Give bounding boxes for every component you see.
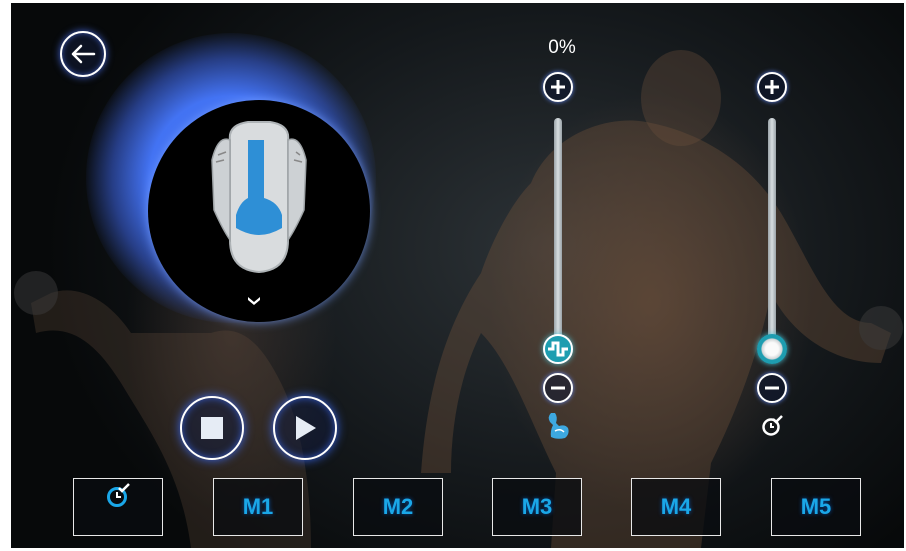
mode-m4-button[interactable]: M4 [631, 478, 721, 536]
stop-icon [201, 417, 223, 439]
mode-label: M5 [800, 494, 832, 519]
stop-button[interactable] [180, 396, 244, 460]
plus-circle-icon [551, 80, 565, 94]
mode-label: M1 [242, 494, 274, 519]
intensity-percent: 0% [548, 37, 576, 58]
timer-check-icon [107, 483, 130, 507]
play-button[interactable] [273, 396, 337, 460]
mode-m3-button[interactable]: M3 [492, 478, 582, 536]
minus-circle-icon [765, 386, 779, 390]
timer-slider-track[interactable] [768, 118, 776, 348]
mode-label: M4 [660, 494, 692, 519]
intensity-decrease-button[interactable] [543, 373, 573, 403]
mode-label: M2 [382, 494, 414, 519]
timer-increase-button[interactable] [757, 72, 787, 102]
minus-circle-icon [551, 386, 565, 390]
intensity-slider-thumb[interactable] [543, 334, 573, 364]
chevron-down-icon[interactable] [247, 296, 261, 306]
plus-circle-icon [765, 80, 779, 94]
flexed-bicep-icon [548, 413, 569, 439]
intensity-increase-button[interactable] [543, 72, 573, 102]
circle-knob-icon [759, 336, 785, 362]
body-zone-icon [211, 121, 307, 274]
mode-label: M3 [521, 494, 553, 519]
back-button[interactable] [60, 31, 106, 77]
play-icon [296, 416, 316, 440]
mode-m2-button[interactable]: M2 [353, 478, 443, 536]
app-screen: 0% M1 M2 M3 M4 M5 [11, 3, 904, 548]
body-zone-panel[interactable] [148, 100, 370, 322]
mode-timer-button[interactable] [73, 478, 163, 536]
intensity-slider-track[interactable] [554, 118, 562, 348]
mode-m5-button[interactable]: M5 [771, 478, 861, 536]
timer-check-icon [762, 415, 783, 436]
arrow-left-circle-icon [71, 44, 96, 64]
mode-m1-button[interactable]: M1 [213, 478, 303, 536]
timer-decrease-button[interactable] [757, 373, 787, 403]
pulse-wave-icon [548, 341, 568, 357]
timer-slider-thumb[interactable] [757, 334, 787, 364]
